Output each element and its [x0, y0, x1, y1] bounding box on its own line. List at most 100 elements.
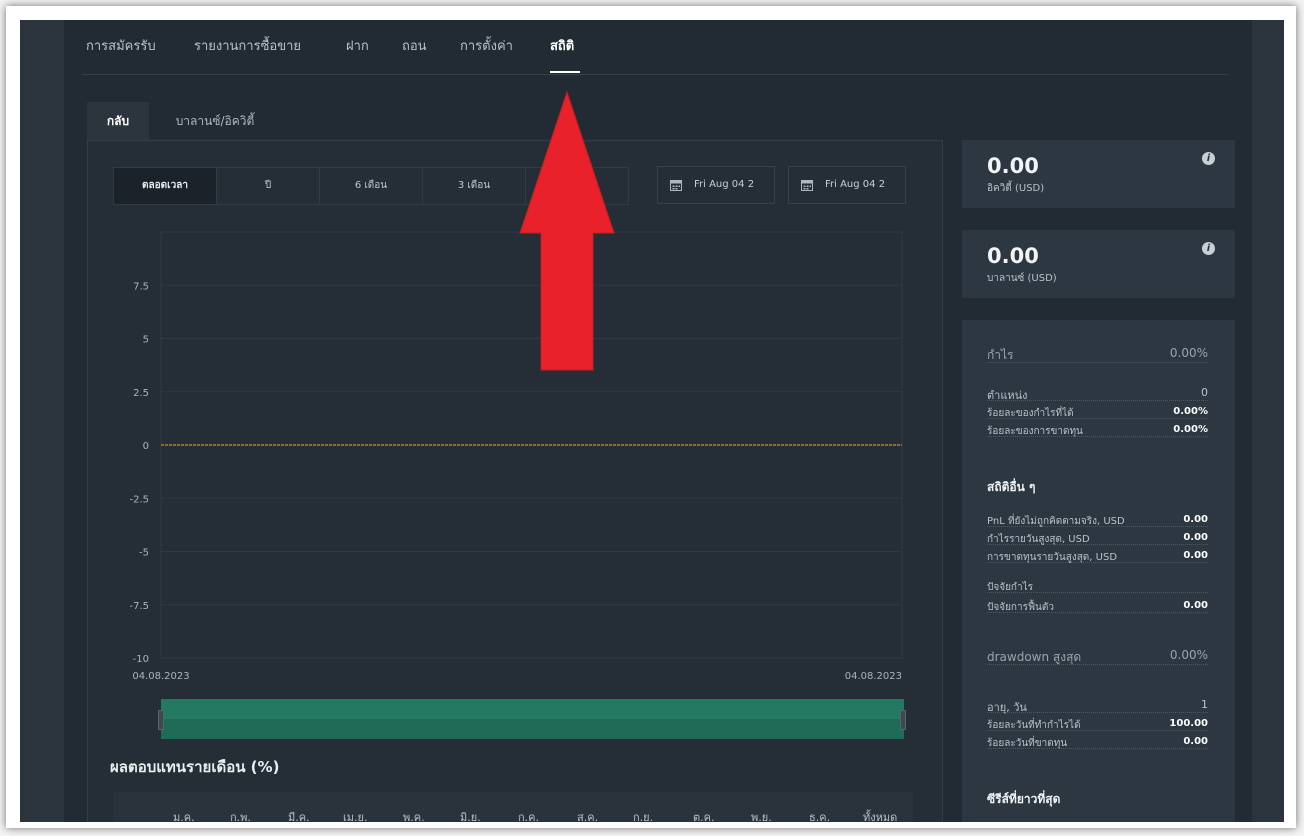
- stat-label: กำไรรายวันสูงสุด, USD: [987, 534, 1090, 545]
- info-icon[interactable]: i: [1202, 242, 1215, 255]
- month-col: พ.ย.: [751, 811, 772, 822]
- stat-value: 0.00%: [1173, 424, 1208, 435]
- chart-navigator[interactable]: [161, 699, 904, 739]
- stat-max-daily-loss: การขาดทุนรายวันสูงสุด, USD 0.00: [987, 548, 1208, 563]
- range-6-months[interactable]: 6 เดือน: [320, 168, 423, 204]
- stat-max-drawdown: drawdown สูงสุด 0.00%: [987, 646, 1208, 665]
- y-tick-label: -7.5: [129, 601, 149, 612]
- stat-label: PnL ที่ยังไม่ถูกคิดตามจริง, USD: [987, 516, 1125, 527]
- range-all-time[interactable]: ตลอดเวลา: [114, 168, 217, 204]
- stat-value: 0.00%: [1173, 406, 1208, 417]
- monthly-returns-title: ผลตอบแทนรายเดือน (%): [110, 758, 280, 776]
- stat-positions: ตำแหน่ง 0: [987, 384, 1208, 402]
- stat-value: 0.00: [1183, 550, 1208, 561]
- stat-label: ตำแหน่ง: [987, 389, 1028, 402]
- equity-chart: 7.5 5 2.5 0 -2.5 -5 -7.5 -10 04.08.2023 04.08.202…: [109, 230, 919, 690]
- y-tick-label: 5: [143, 335, 149, 346]
- calendar-icon: [801, 180, 813, 191]
- stat-value: 100.00: [1169, 718, 1208, 729]
- y-tick-label: 0: [143, 441, 149, 452]
- range-3-months[interactable]: 3 เดือน: [423, 168, 526, 204]
- stat-max-daily-profit: กำไรรายวันสูงสุด, USD 0.00: [987, 530, 1208, 545]
- stat-value: 0.00: [1183, 736, 1208, 747]
- equity-card: 0.00 อิควิตี้ (USD) i: [962, 140, 1235, 208]
- nav-withdraw[interactable]: ถอน: [402, 35, 427, 56]
- longest-series-title: ซีรีส์ที่ยาวที่สุด: [987, 792, 1061, 806]
- stat-age-days: อายุ, วัน 1: [987, 696, 1208, 714]
- stat-profitable-pct: ร้อยละของกำไรที่ได้ 0.00%: [987, 404, 1208, 419]
- month-col: มี.ค.: [288, 811, 310, 822]
- stat-loss-pct: ร้อยละของการขาดทุน 0.00%: [987, 422, 1208, 437]
- month-col: พ.ค.: [403, 811, 425, 822]
- stat-label: ร้อยละของการขาดทุน: [987, 426, 1083, 437]
- navigator-right-handle[interactable]: [900, 710, 906, 730]
- stat-value: 0: [1201, 386, 1208, 399]
- nav-deposit[interactable]: ฝาก: [346, 35, 369, 56]
- nav-settings[interactable]: การตั้งค่า: [460, 35, 513, 56]
- stat-losing-days: ร้อยละวันที่ขาดทุน 0.00: [987, 734, 1208, 749]
- statistics-panel: กำไร 0.00% ตำแหน่ง 0 ร้อยละของกำไรที่ได้…: [962, 320, 1235, 822]
- balance-card: 0.00 บาลานซ์ (USD) i: [962, 230, 1235, 298]
- stat-label: อายุ, วัน: [987, 701, 1027, 714]
- chart-canvas: 7.5 5 2.5 0 -2.5 -5 -7.5 -10 04.08.2023 04.08.202…: [129, 231, 903, 682]
- stat-value: 0.00: [1183, 600, 1208, 611]
- stat-value: 1: [1201, 698, 1208, 711]
- month-col: ก.ย.: [633, 811, 654, 822]
- x-tick-label: 04.08.2023: [132, 671, 189, 682]
- stat-label: ปัจจัยกำไร: [987, 582, 1033, 593]
- stat-label: ร้อยละวันที่ทำกำไรได้: [987, 720, 1081, 731]
- other-stats-title: สถิติอื่น ๆ: [987, 480, 1036, 494]
- date-from-value: Fri Aug 04 2: [694, 179, 755, 190]
- annotation-arrow-icon: [519, 90, 615, 371]
- date-to-input[interactable]: Fri Aug 04 2: [788, 166, 906, 204]
- stat-value: 0.00%: [1169, 346, 1208, 360]
- month-col: ก.ค.: [518, 811, 540, 822]
- stat-label: ร้อยละวันที่ขาดทุน: [987, 738, 1068, 749]
- range-year[interactable]: ปี: [217, 168, 320, 204]
- nav-statistics[interactable]: สถิติ: [550, 35, 574, 56]
- y-tick-label: 7.5: [133, 281, 149, 292]
- date-to-value: Fri Aug 04 2: [825, 179, 886, 190]
- equity-value: 0.00: [987, 154, 1039, 178]
- balance-equity-tab[interactable]: บาลานซ์/อิควิตี้: [160, 102, 270, 140]
- info-icon[interactable]: i: [1202, 152, 1215, 165]
- calendar-icon: [670, 180, 682, 191]
- month-col-total: ทั้งหมด: [863, 811, 898, 822]
- stat-label: drawdown สูงสุด: [987, 650, 1082, 664]
- back-tab[interactable]: กลับ: [87, 102, 149, 140]
- stat-profit: กำไร 0.00%: [987, 344, 1208, 363]
- y-tick-label: -5: [139, 548, 149, 559]
- stat-value: 0.00%: [1169, 648, 1208, 662]
- month-col: ก.พ.: [230, 811, 251, 822]
- right-gutter: [1252, 20, 1284, 822]
- left-gutter: [20, 20, 64, 822]
- active-tab-indicator: [550, 71, 580, 73]
- y-tick-label: 2.5: [133, 388, 149, 399]
- month-col: ต.ค.: [693, 811, 715, 822]
- x-tick-label: 04.08.2023: [845, 671, 902, 682]
- nav-trading-report[interactable]: รายงานการซื้อขาย: [194, 35, 301, 56]
- stat-unrealized-pnl: PnL ที่ยังไม่ถูกคิดตามจริง, USD 0.00: [987, 512, 1208, 527]
- date-from-input[interactable]: Fri Aug 04 2: [657, 166, 775, 204]
- balance-label: บาลานซ์ (USD): [987, 273, 1057, 284]
- y-tick-label: -10: [133, 654, 149, 665]
- month-col: เม.ย.: [343, 811, 368, 822]
- stat-profitable-days: ร้อยละวันที่ทำกำไรได้ 100.00: [987, 716, 1208, 731]
- app-window: การสมัครรับ รายงานการซื้อขาย ฝาก ถอน การ…: [20, 20, 1284, 822]
- month-col: มิ.ย.: [460, 811, 481, 822]
- month-col: ม.ค.: [173, 811, 195, 822]
- stat-label: การขาดทุนรายวันสูงสุด, USD: [987, 552, 1118, 563]
- stat-label: ร้อยละของกำไรที่ได้: [987, 408, 1074, 419]
- month-col: ธ.ค.: [809, 811, 831, 822]
- stat-value: 0.00: [1183, 532, 1208, 543]
- balance-value: 0.00: [987, 244, 1039, 268]
- navigator-left-handle[interactable]: [158, 710, 164, 730]
- nav-subscriptions[interactable]: การสมัครรับ: [86, 35, 156, 56]
- top-nav: การสมัครรับ รายงานการซื้อขาย ฝาก ถอน การ…: [82, 20, 1228, 75]
- stat-profit-factor: ปัจจัยกำไร: [987, 578, 1208, 593]
- stat-label: กำไร: [987, 348, 1014, 362]
- stat-recovery-factor: ปัจจัยการฟื้นตัว 0.00: [987, 598, 1208, 613]
- equity-label: อิควิตี้ (USD): [987, 183, 1045, 194]
- month-col: ส.ค.: [577, 811, 599, 822]
- y-tick-label: -2.5: [129, 494, 149, 505]
